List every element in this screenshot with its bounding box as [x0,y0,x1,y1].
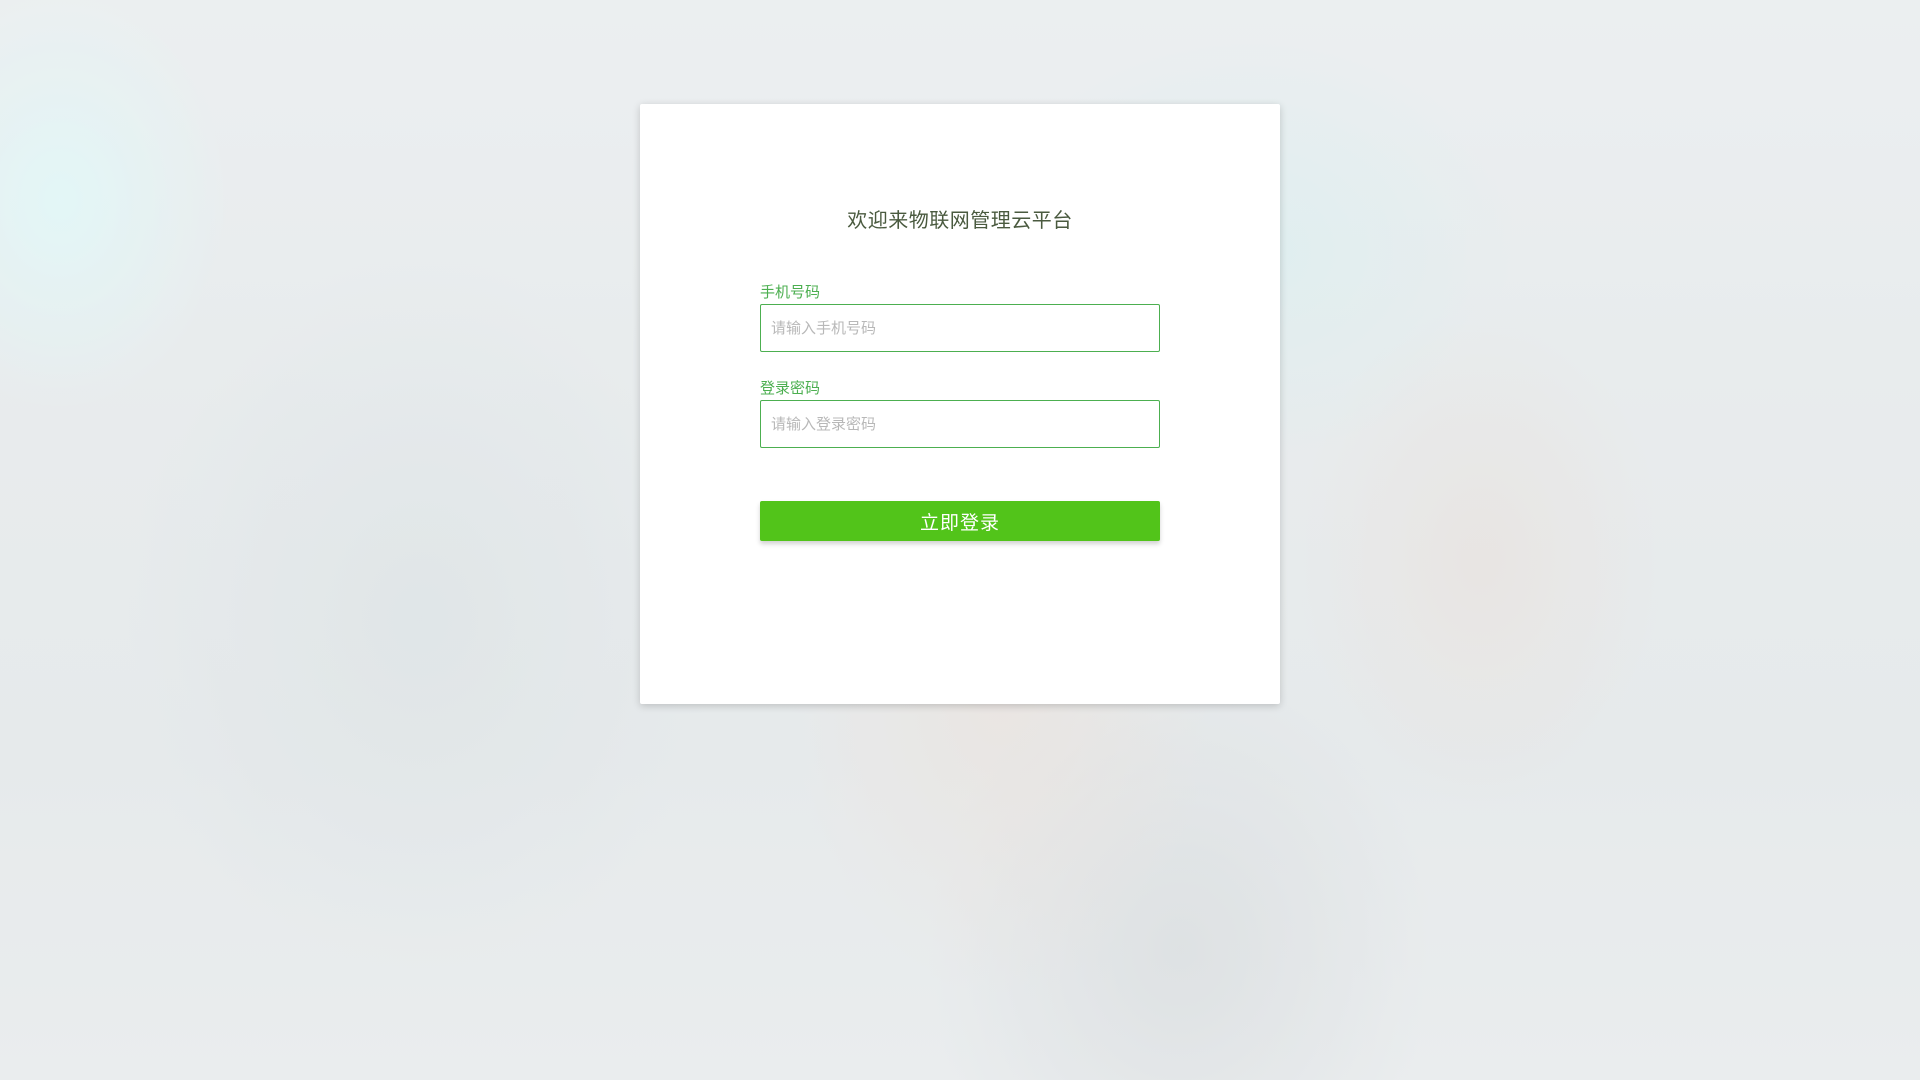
password-input[interactable] [760,400,1160,448]
page-title: 欢迎来物联网管理云平台 [847,208,1073,232]
login-card: 欢迎来物联网管理云平台 手机号码 登录密码 立即登录 [640,104,1280,704]
login-button[interactable]: 立即登录 [760,501,1160,541]
phone-field-group: 手机号码 [760,282,1160,352]
password-label: 登录密码 [760,379,821,397]
phone-label: 手机号码 [760,283,821,301]
phone-input[interactable] [760,304,1160,352]
password-field-group: 登录密码 [760,378,1160,448]
